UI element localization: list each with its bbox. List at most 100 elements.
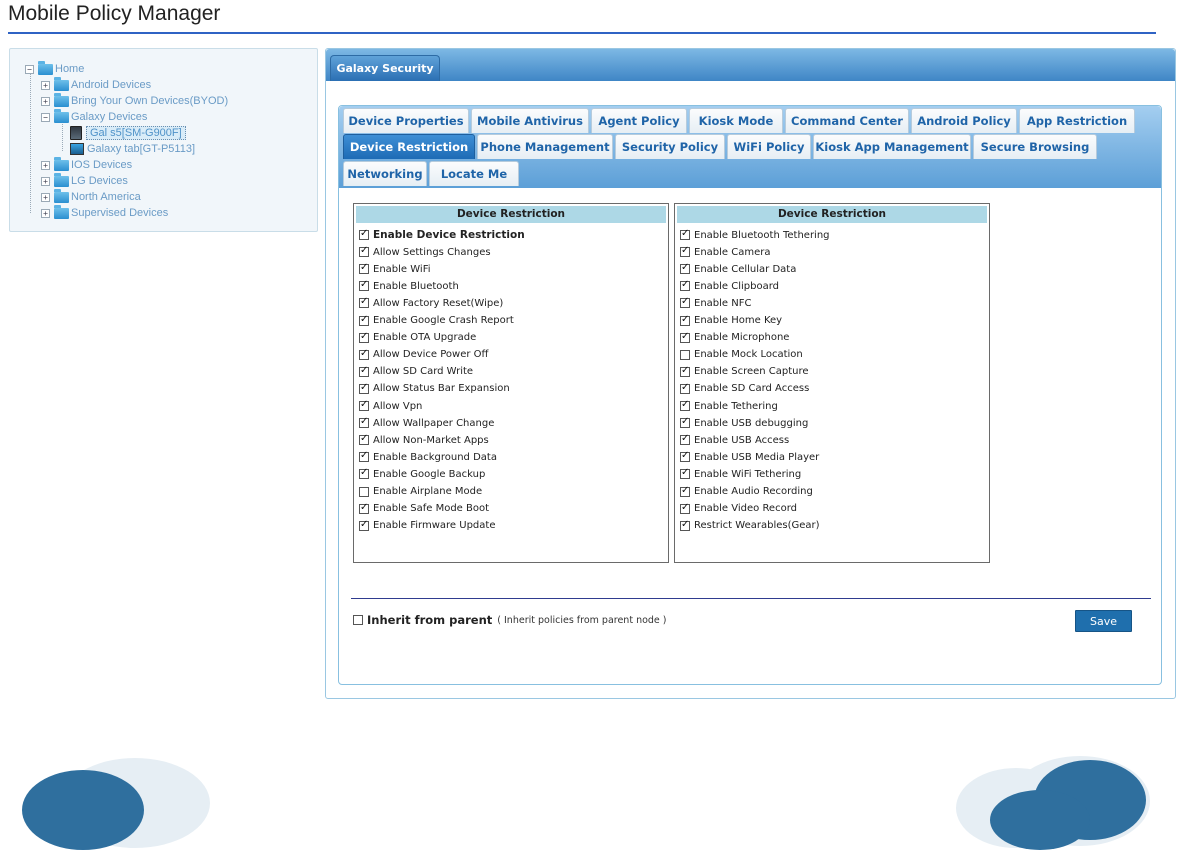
checkbox[interactable] <box>359 245 369 258</box>
restriction-item[interactable]: Enable USB Access <box>680 432 789 448</box>
checkbox[interactable] <box>359 433 369 446</box>
restriction-item[interactable]: Enable Home Key <box>680 313 782 329</box>
tree-node-home[interactable]: − Home <box>25 60 84 77</box>
expand-toggle-icon[interactable]: + <box>41 176 50 186</box>
checkbox[interactable] <box>359 228 369 240</box>
tab-kiosk-mode[interactable]: Kiosk Mode <box>689 108 783 133</box>
checkbox[interactable] <box>680 314 690 326</box>
expand-toggle-icon[interactable]: + <box>41 80 50 90</box>
checkbox[interactable] <box>680 245 690 258</box>
tree-node-gal-s5[interactable]: Gal s5[SM-G900F] <box>70 125 186 141</box>
checkbox[interactable] <box>359 331 369 343</box>
restriction-item[interactable]: Allow Device Power Off <box>359 347 488 363</box>
tab-secure-browsing[interactable]: Secure Browsing <box>973 134 1097 159</box>
tab-mobile-antivirus[interactable]: Mobile Antivirus <box>471 108 589 133</box>
restriction-item[interactable]: Allow Settings Changes <box>359 244 491 260</box>
restriction-item[interactable]: Enable Firmware Update <box>359 518 495 534</box>
restriction-item[interactable]: Enable Screen Capture <box>680 364 809 380</box>
checkbox[interactable] <box>680 296 690 309</box>
expand-toggle-icon[interactable]: + <box>41 208 50 218</box>
tree-node-supervised-devices[interactable]: + Supervised Devices <box>41 204 168 221</box>
restriction-item[interactable]: Enable Google Crash Report <box>359 313 514 329</box>
restriction-item[interactable]: Enable Background Data <box>359 449 497 465</box>
checkbox[interactable] <box>680 519 690 531</box>
tree-node-label[interactable]: Galaxy Devices <box>71 111 147 123</box>
tree-node-galaxy-devices[interactable]: − Galaxy Devices <box>41 108 147 125</box>
expand-toggle-icon[interactable]: + <box>41 160 50 170</box>
restriction-item[interactable]: Enable Device Restriction <box>359 227 525 243</box>
checkbox[interactable] <box>359 348 369 360</box>
checkbox[interactable] <box>680 485 690 497</box>
restriction-item[interactable]: Enable WiFi Tethering <box>680 466 801 482</box>
expand-toggle-icon[interactable]: + <box>41 192 50 202</box>
restriction-item[interactable]: Enable Bluetooth <box>359 278 459 294</box>
restriction-item[interactable]: Enable Bluetooth Tethering <box>680 227 830 243</box>
restriction-item[interactable]: Enable Safe Mode Boot <box>359 501 489 517</box>
tree-node-label[interactable]: LG Devices <box>71 175 128 187</box>
tree-node-ios-devices[interactable]: + IOS Devices <box>41 156 132 173</box>
save-button[interactable]: Save <box>1075 610 1132 632</box>
checkbox[interactable] <box>680 262 690 275</box>
restriction-item[interactable]: Enable Video Record <box>680 501 797 517</box>
checkbox[interactable] <box>680 349 690 360</box>
tree-node-lg-devices[interactable]: + LG Devices <box>41 172 128 189</box>
collapse-toggle-icon[interactable]: − <box>41 112 50 122</box>
checkbox[interactable] <box>680 279 690 292</box>
tree-node-galaxy-tab[interactable]: Galaxy tab[GT-P5113] <box>70 141 195 157</box>
tab-app-restriction[interactable]: App Restriction <box>1019 108 1135 133</box>
tab-android-policy[interactable]: Android Policy <box>911 108 1017 133</box>
restriction-item[interactable]: Allow Status Bar Expansion <box>359 381 510 397</box>
restriction-item[interactable]: Enable Clipboard <box>680 278 779 294</box>
restriction-item[interactable]: Enable Tethering <box>680 398 778 414</box>
restriction-item[interactable]: Enable NFC <box>680 295 751 311</box>
checkbox[interactable] <box>680 399 690 411</box>
tab-command-center[interactable]: Command Center <box>785 108 909 133</box>
restriction-item[interactable]: Allow Non-Market Apps <box>359 432 489 448</box>
tab-device-properties[interactable]: Device Properties <box>343 108 469 133</box>
tree-node-label[interactable]: IOS Devices <box>71 159 132 171</box>
collapse-toggle-icon[interactable]: − <box>25 64 34 74</box>
tree-node-label[interactable]: Supervised Devices <box>71 207 168 219</box>
checkbox[interactable] <box>359 467 369 480</box>
checkbox[interactable] <box>680 365 690 377</box>
tree-node-label[interactable]: North America <box>71 191 141 203</box>
checkbox[interactable] <box>680 382 690 394</box>
checkbox[interactable] <box>359 296 369 309</box>
tab-locate-me[interactable]: Locate Me <box>429 161 519 186</box>
tab-agent-policy[interactable]: Agent Policy <box>591 108 687 133</box>
tree-node-android-devices[interactable]: + Android Devices <box>41 76 151 93</box>
checkbox[interactable] <box>680 331 690 343</box>
tree-node-label[interactable]: Android Devices <box>71 79 151 91</box>
restriction-item[interactable]: Enable OTA Upgrade <box>359 330 476 346</box>
restriction-item[interactable]: Allow SD Card Write <box>359 364 473 380</box>
inherit-checkbox[interactable] <box>353 615 363 625</box>
restriction-item[interactable]: Enable USB debugging <box>680 415 808 431</box>
checkbox[interactable] <box>359 314 369 326</box>
checkbox[interactable] <box>359 262 369 275</box>
checkbox[interactable] <box>359 279 369 292</box>
tab-galaxy-security[interactable]: Galaxy Security <box>330 55 440 81</box>
checkbox[interactable] <box>680 416 690 429</box>
tree-node-label[interactable]: Bring Your Own Devices(BYOD) <box>71 95 228 107</box>
restriction-item[interactable]: Enable Audio Recording <box>680 484 813 500</box>
restriction-item[interactable]: Allow Factory Reset(Wipe) <box>359 295 503 311</box>
tab-security-policy[interactable]: Security Policy <box>615 134 725 159</box>
restriction-item[interactable]: Enable USB Media Player <box>680 449 819 465</box>
restriction-item[interactable]: Enable Mock Location <box>680 347 803 363</box>
checkbox[interactable] <box>359 416 369 429</box>
inherit-from-parent[interactable]: Inherit from parent ( Inherit policies f… <box>353 612 667 628</box>
checkbox[interactable] <box>359 450 369 463</box>
expand-toggle-icon[interactable]: + <box>41 96 50 106</box>
checkbox[interactable] <box>680 502 690 514</box>
restriction-item[interactable]: Enable WiFi <box>359 261 431 277</box>
checkbox[interactable] <box>359 365 369 377</box>
restriction-item[interactable]: Restrict Wearables(Gear) <box>680 518 820 534</box>
tab-kiosk-app-management[interactable]: Kiosk App Management <box>813 134 971 159</box>
restriction-item[interactable]: Allow Vpn <box>359 398 422 414</box>
checkbox[interactable] <box>680 450 690 463</box>
checkbox[interactable] <box>359 399 369 411</box>
checkbox[interactable] <box>680 467 690 480</box>
restriction-item[interactable]: Enable Camera <box>680 244 770 260</box>
restriction-item[interactable]: Allow Wallpaper Change <box>359 415 494 431</box>
tab-phone-management[interactable]: Phone Management <box>477 134 613 159</box>
